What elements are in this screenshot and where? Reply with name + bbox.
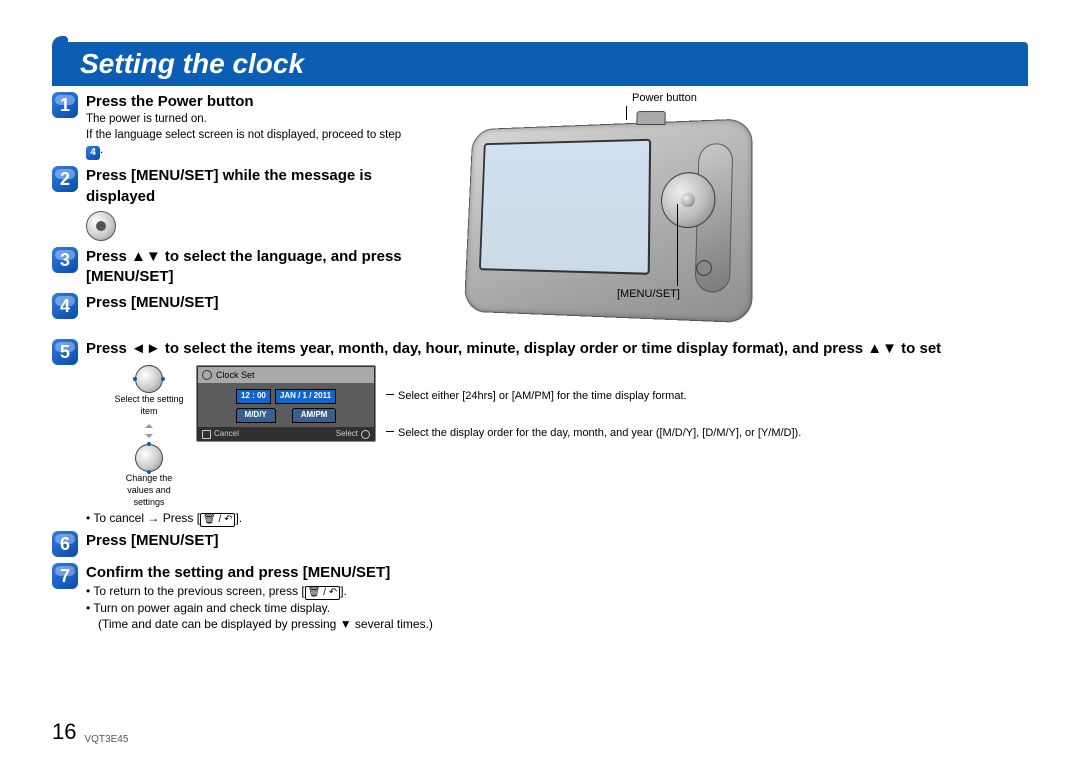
callout-menu-set: [MENU/SET] [617,288,680,300]
time-format-tab: AM/PM [292,408,337,423]
step-1: 1 Press the Power button The power is tu… [52,92,412,160]
camera-illustration [452,112,752,322]
trash-back-icon: 🗑 / ↶ [200,513,235,527]
step-5: 5 Press ◄► to select the items year, mon… [52,339,1028,527]
step-7-b2: Turn on power again and check time displ… [86,600,1028,616]
clock-time: 12 : 00 [236,389,271,404]
dpad-guide: Select the setting item Change the value… [112,365,186,508]
clock-set-screen: Clock Set 12 : 00 JAN / 1 / 2011 M/D/Y A… [196,365,376,442]
menu-set-button-icon [86,211,116,241]
date-format-tab: M/D/Y [236,408,276,423]
doc-code: VQT3E45 [84,734,128,745]
select-icon [361,430,370,439]
dpad-label-select: Select the setting item [112,393,186,417]
callout-power-button: Power button [632,92,697,104]
inline-step-badge: 4 [86,146,100,160]
step-4-title: Press [MENU/SET] [86,293,219,313]
step-7-b2-sub: (Time and date can be displayed by press… [98,616,1028,632]
gear-icon [202,370,212,380]
right-arrow-icon [340,393,348,401]
step-number-6: 6 [52,531,78,557]
dpad-label-change: Change the values and settings [112,472,186,508]
step-1-sub2: If the language select screen is not dis… [86,128,412,161]
step-6-title: Press [MENU/SET] [86,531,219,551]
step-2-title: Press [MENU/SET] while the message is di… [86,166,412,207]
step-number-4: 4 [52,293,78,319]
step-6: 6 Press [MENU/SET] [52,531,1028,557]
step-5-cancel: To cancel → Press [🗑 / ↶]. [86,510,1028,527]
step-5-title: Press ◄► to select the items year, month… [86,339,1028,359]
clock-date: JAN / 1 / 2011 [275,389,336,404]
trash-icon [202,430,211,439]
page-number: 16 [52,719,76,745]
step-3-title: Press ▲▼ to select the language, and pre… [86,247,412,288]
step-3: 3 Press ▲▼ to select the language, and p… [52,247,412,288]
heading-accent [52,36,68,86]
step-1-sub1: The power is turned on. [86,112,412,128]
step-number-2: 2 [52,166,78,192]
left-arrow-icon [224,393,232,401]
step-7: 7 Confirm the setting and press [MENU/SE… [52,563,1028,633]
trash-back-icon: 🗑 / ↶ [305,586,340,600]
section-heading: Setting the clock [52,36,1028,86]
step-7-b1: To return to the previous screen, press … [86,583,1028,600]
step-2: 2 Press [MENU/SET] while the message is … [52,166,412,241]
step-1-title: Press the Power button [86,92,412,112]
step-number-3: 3 [52,247,78,273]
step-4: 4 Press [MENU/SET] [52,293,412,319]
step-number-5: 5 [52,339,78,365]
step-number-1: 1 [52,92,78,118]
page-footer: 16 VQT3E45 [52,719,128,745]
step-number-7: 7 [52,563,78,589]
clock-set-title: Clock Set [216,369,255,381]
step-7-title: Confirm the setting and press [MENU/SET] [86,563,1028,583]
note-date-order: Select the display order for the day, mo… [386,426,801,440]
note-time-format: Select either [24hrs] or [AM/PM] for the… [386,389,801,403]
heading-title: Setting the clock [80,48,304,80]
